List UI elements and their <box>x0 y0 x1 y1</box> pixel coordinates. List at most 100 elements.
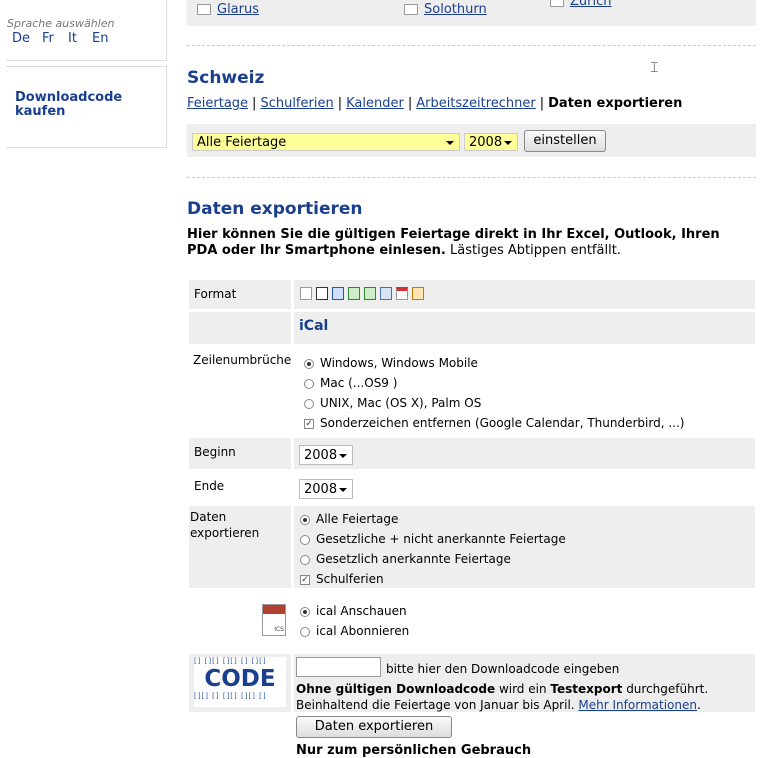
linebreak-label: Zeilenumbrüche <box>193 353 292 367</box>
apply-filter-button[interactable]: einstellen <box>524 130 606 152</box>
notice-bold-2: Testexport <box>550 682 623 696</box>
year-value: 2008 <box>469 135 503 150</box>
intro-text: Hier können Sie die gültigen Feiertage d… <box>187 227 747 259</box>
lang-de-link[interactable]: De <box>12 31 30 46</box>
end-label: Ende <box>194 479 225 493</box>
export-option-all[interactable]: Alle Feiertage <box>300 512 398 526</box>
end-year-select[interactable]: 2008 <box>299 479 353 499</box>
begin-label: Beginn <box>194 445 236 459</box>
canton-link-solothurn[interactable]: Solothurn <box>424 2 487 17</box>
chevron-down-icon <box>504 141 512 145</box>
school-holidays-option[interactable]: ✓ Schulferien <box>300 572 384 586</box>
radio-selected-icon[interactable] <box>300 606 310 617</box>
linebreak-mac-label: Mac (...OS9 ) <box>320 376 398 390</box>
nav-current-daten-exportieren: Daten exportieren <box>548 96 683 111</box>
radio-icon[interactable] <box>300 534 310 545</box>
year-select[interactable]: 2008 <box>464 133 518 151</box>
excel-icon[interactable] <box>348 287 360 300</box>
personal-use-note: Nur zum persönlichen Gebrauch <box>296 743 532 758</box>
excel-table-icon[interactable] <box>364 287 376 300</box>
canton-item-glarus[interactable]: Glarus <box>197 2 259 17</box>
selected-format-cell <box>294 312 755 344</box>
txt-icon[interactable] <box>300 287 312 300</box>
nav-link-schulferien[interactable]: Schulferien <box>260 96 333 111</box>
nav-link-feiertage[interactable]: Feiertage <box>187 96 248 111</box>
intro-normal: Lästiges Abtippen entfällt. <box>450 243 621 258</box>
nav-separator: | <box>539 96 545 111</box>
text-cursor-icon: ⌶ <box>650 60 659 76</box>
linebreak-option-mac[interactable]: Mac (...OS9 ) <box>304 376 397 390</box>
code-logo-pattern-top: [] [][] [][] [] [][] <box>194 657 267 665</box>
export-option-legal[interactable]: Gesetzlich anerkannte Feiertage <box>300 552 511 566</box>
export-all-label: Alle Feiertage <box>316 512 399 526</box>
begin-year-value: 2008 <box>304 448 338 463</box>
code-logo: [] [][] [][] [] [][] CODE [][] [] [][] [… <box>194 657 286 707</box>
lang-fr-link[interactable]: Fr <box>42 31 54 46</box>
more-info-link[interactable]: Mehr Informationen <box>578 698 697 712</box>
holiday-type-select[interactable]: Alle Feiertage <box>192 133 460 151</box>
folder-icon <box>197 4 211 15</box>
radio-icon[interactable] <box>304 398 314 409</box>
ical-view-label: ical Anschauen <box>316 604 407 618</box>
ical-subscribe-label: ical Abonnieren <box>316 624 410 638</box>
canton-item-zurich[interactable]: Zürich <box>550 0 612 9</box>
linebreak-windows-label: Windows, Windows Mobile <box>320 356 478 370</box>
ical-file-header <box>263 605 285 614</box>
linebreak-unix-label: UNIX, Mac (OS X), Palm OS <box>320 396 482 410</box>
canton-link-glarus[interactable]: Glarus <box>217 2 259 17</box>
checkbox-checked-icon[interactable]: ✓ <box>304 418 314 429</box>
checkbox-checked-icon[interactable]: ✓ <box>300 574 310 585</box>
canton-link-zurich[interactable]: Zürich <box>570 0 612 9</box>
nav-link-kalender[interactable]: Kalender <box>346 96 404 111</box>
radio-icon[interactable] <box>304 378 314 389</box>
ical-file-icon: ICS <box>262 604 286 636</box>
word-doc-icon[interactable] <box>332 287 344 300</box>
export-label-line2: exportieren <box>190 526 260 540</box>
nav-separator: | <box>407 96 413 111</box>
remove-special-chars-option[interactable]: ✓ Sonderzeichen entfernen (Google Calenda… <box>304 416 684 430</box>
holiday-type-value: Alle Feiertage <box>197 135 287 150</box>
radio-selected-icon[interactable] <box>304 358 314 369</box>
calendar-grid-icon[interactable] <box>380 287 392 300</box>
school-holidays-label: Schulferien <box>316 572 384 586</box>
remove-special-chars-label: Sonderzeichen entfernen (Google Calendar… <box>320 416 685 430</box>
export-option-legal-and-unofficial[interactable]: Gesetzliche + nicht anerkannte Feiertage <box>300 532 566 546</box>
test-export-notice: Ohne gültigen Downloadcode wird ein Test… <box>296 681 758 713</box>
notice-text-1: wird ein <box>495 682 551 696</box>
divider <box>187 177 756 178</box>
linebreak-option-windows[interactable]: Windows, Windows Mobile <box>304 356 478 370</box>
notice-bold-1: Ohne gültigen Downloadcode <box>296 682 496 696</box>
chevron-down-icon <box>339 488 347 492</box>
xml-icon[interactable] <box>412 287 424 300</box>
radio-icon[interactable] <box>300 554 310 565</box>
export-legal-unofficial-label: Gesetzliche + nicht anerkannte Feiertage <box>316 532 566 546</box>
export-legal-label: Gesetzlich anerkannte Feiertage <box>316 552 511 566</box>
language-label: Sprache auswählen <box>7 17 115 30</box>
ical-subscribe-option[interactable]: ical Abonnieren <box>300 624 409 638</box>
export-label: Daten exportieren <box>190 509 259 541</box>
filter-bar: Alle Feiertage 2008 einstellen <box>187 124 756 157</box>
buy-download-code-link[interactable]: Downloadcode kaufen <box>15 91 135 119</box>
ical-file-label: ICS <box>274 626 284 633</box>
begin-select-cell <box>294 438 755 469</box>
folder-icon <box>550 0 564 7</box>
selected-format: iCal <box>299 318 329 334</box>
radio-icon[interactable] <box>300 626 310 637</box>
code-logo-text: CODE <box>204 666 276 692</box>
canton-item-solothurn[interactable]: Solothurn <box>404 2 487 17</box>
ical-view-option[interactable]: ical Anschauen <box>300 604 407 618</box>
page-title: Schweiz <box>187 68 265 88</box>
begin-year-select[interactable]: 2008 <box>299 445 353 465</box>
export-data-button[interactable]: Daten exportieren <box>296 716 452 738</box>
pdf-icon[interactable] <box>396 287 408 300</box>
linebreak-option-unix[interactable]: UNIX, Mac (OS X), Palm OS <box>304 396 481 410</box>
divider <box>187 45 756 46</box>
download-code-input[interactable] <box>296 657 381 677</box>
word-icon[interactable] <box>316 287 328 300</box>
selected-format-label-cell <box>189 312 291 344</box>
chevron-down-icon <box>339 454 347 458</box>
nav-link-arbeitszeitrechner[interactable]: Arbeitszeitrechner <box>416 96 536 111</box>
lang-it-link[interactable]: It <box>68 31 77 46</box>
lang-en-link[interactable]: En <box>92 31 108 46</box>
radio-selected-icon[interactable] <box>300 514 310 525</box>
